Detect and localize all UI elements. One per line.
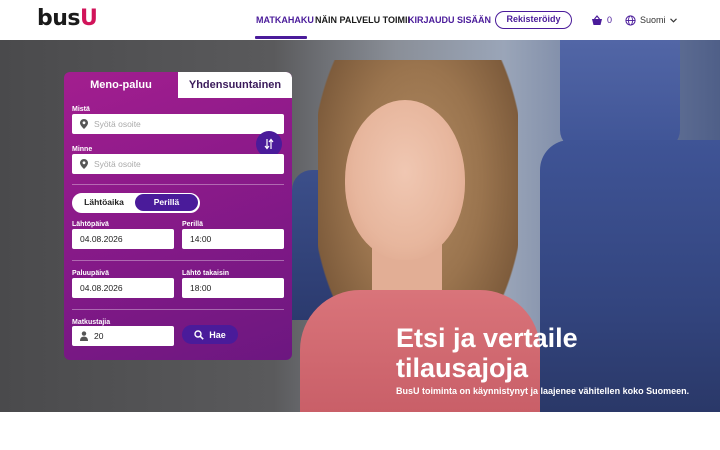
top-header: busU MATKAHAKU NÄIN PALVELU TOIMII KIRJA…	[0, 0, 720, 40]
from-label: Mistä	[72, 106, 90, 113]
trip-type-tabs: Meno-paluu Yhdensuuntainen	[64, 72, 292, 98]
arrival-time-label: Perillä	[182, 221, 204, 228]
toggle-lahtoaika[interactable]: Lähtöaika	[73, 194, 135, 211]
from-placeholder: Syötä osoite	[94, 119, 141, 129]
location-pin-icon	[80, 159, 88, 169]
divider	[72, 309, 284, 310]
language-label: Suomi	[640, 15, 666, 25]
to-label: Minne	[72, 146, 93, 153]
passengers-value: 20	[94, 331, 104, 341]
toggle-perilla[interactable]: Perillä	[135, 194, 198, 211]
divider	[72, 260, 284, 261]
person-icon	[80, 331, 88, 341]
return-time-input[interactable]: 18:00	[182, 278, 284, 298]
search-button-label: Hae	[209, 329, 226, 340]
to-placeholder: Syötä osoite	[94, 159, 141, 169]
search-card: Meno-paluu Yhdensuuntainen Mistä Syötä o…	[64, 72, 292, 360]
nav-matkahaku[interactable]: MATKAHAKU	[256, 14, 314, 26]
departure-date-label: Lähtöpäivä	[72, 221, 109, 228]
divider	[72, 184, 284, 185]
location-pin-icon	[80, 119, 88, 129]
logo-text: bus	[37, 6, 81, 31]
return-time-label: Lähtö takaisin	[182, 270, 230, 277]
language-selector[interactable]: Suomi	[625, 13, 677, 27]
logo-accent: U	[80, 6, 98, 31]
basket-icon	[592, 14, 602, 25]
hero-title: Etsi ja vertaile tilausajoja	[396, 323, 578, 383]
nav-login[interactable]: KIRJAUDU SISÄÄN	[408, 14, 491, 26]
hero-subtitle: BusU toiminta on käynnistynyt ja laajene…	[396, 386, 690, 396]
chevron-down-icon	[669, 17, 677, 23]
cart-button[interactable]: 0	[591, 13, 612, 27]
departure-date-input[interactable]: 04.08.2026	[72, 229, 174, 249]
to-input[interactable]: Syötä osoite	[72, 154, 284, 174]
nav-nain-palvelu-toimii[interactable]: NÄIN PALVELU TOIMII	[315, 14, 410, 26]
arrival-time-input[interactable]: 14:00	[182, 229, 284, 249]
busu-logo[interactable]: busU	[37, 6, 98, 31]
tab-yhdensuuntainen[interactable]: Yhdensuuntainen	[178, 72, 292, 98]
return-date-label: Paluupäivä	[72, 270, 109, 277]
globe-icon	[625, 14, 636, 26]
tab-meno-paluu[interactable]: Meno-paluu	[64, 72, 178, 98]
search-button[interactable]: Hae	[182, 325, 238, 344]
from-input[interactable]: Syötä osoite	[72, 114, 284, 134]
return-date-input[interactable]: 04.08.2026	[72, 278, 174, 298]
cart-count: 0	[607, 15, 613, 25]
nav-active-indicator	[255, 36, 307, 39]
time-mode-toggle[interactable]: Lähtöaika Perillä	[72, 193, 200, 213]
magnifier-icon	[194, 329, 204, 340]
register-button[interactable]: Rekisteröidy	[495, 11, 572, 29]
swap-icon	[264, 138, 274, 150]
passengers-input[interactable]: 20	[72, 326, 174, 346]
